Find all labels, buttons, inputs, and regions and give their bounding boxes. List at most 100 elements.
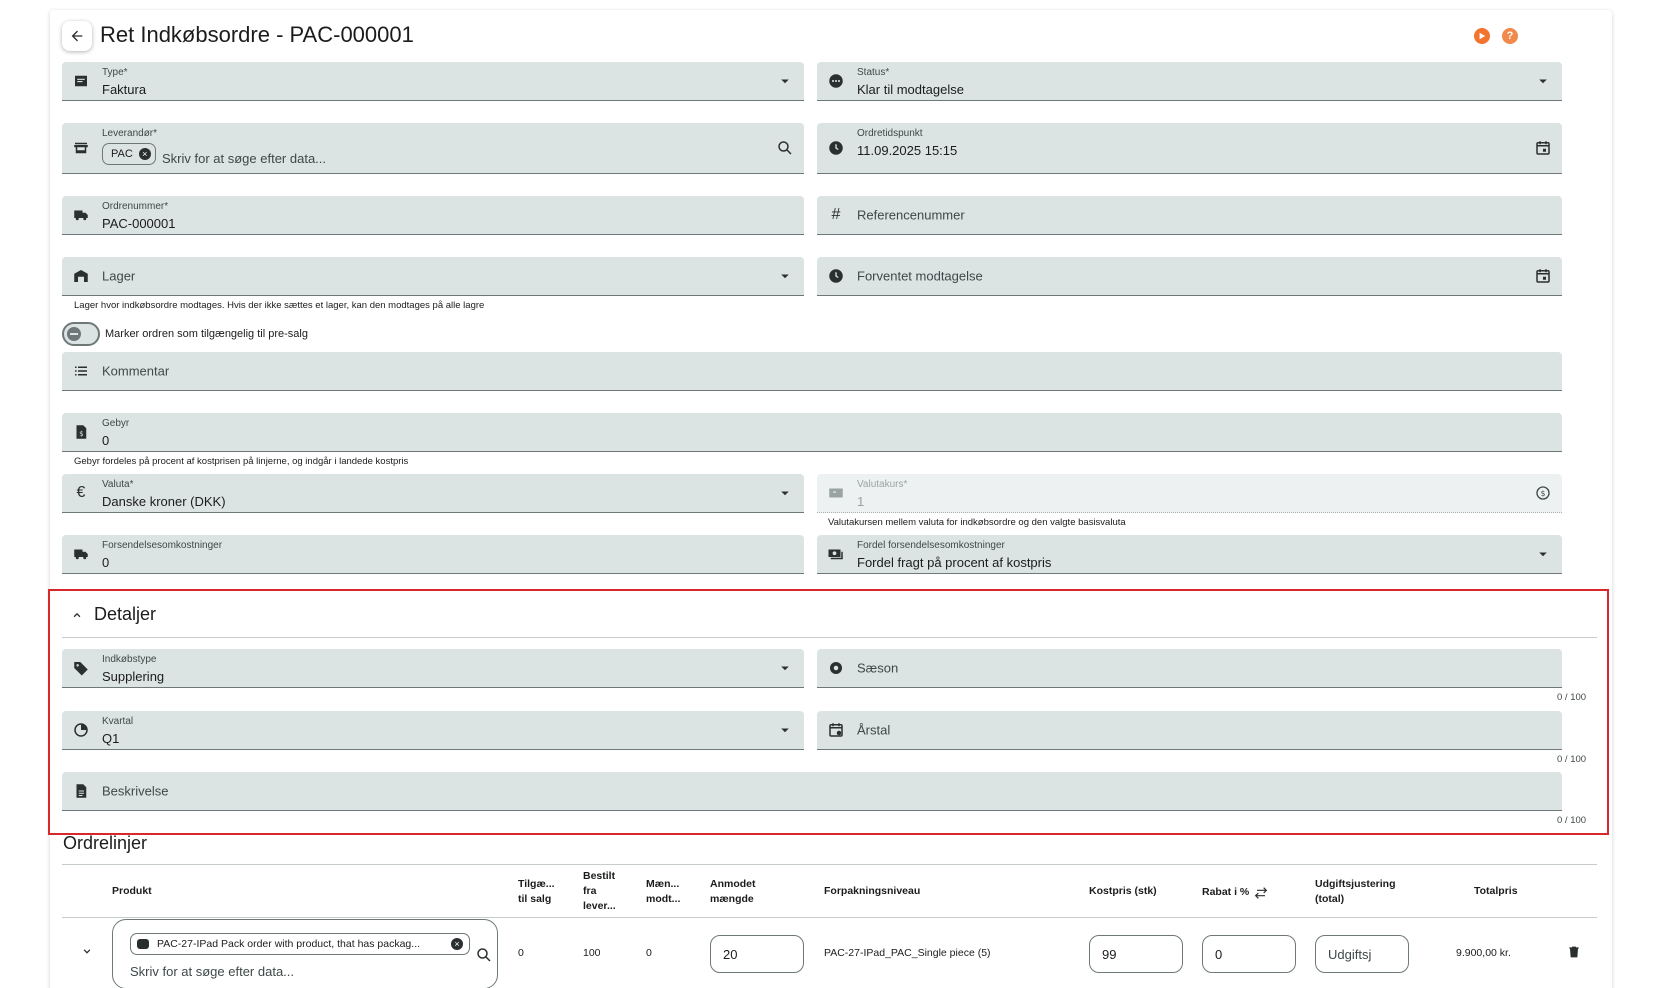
dropdown-arrow-icon — [1534, 545, 1552, 563]
store-icon — [72, 139, 90, 157]
shipping-split-select[interactable]: Fordel forsendelsesomkostninger Fordel f… — [817, 535, 1562, 574]
warehouse-icon — [72, 267, 90, 285]
season-counter: 0 / 100 — [1557, 692, 1587, 703]
swap-horiz-icon[interactable] — [1253, 886, 1269, 900]
order-lines-title: Ordrelinjer — [63, 833, 148, 853]
product-chip[interactable]: PAC-27-IPad Pack order with product, tha… — [130, 933, 470, 955]
truck-icon — [72, 545, 90, 563]
season-field[interactable]: Sæson — [817, 649, 1562, 688]
payments-icon — [827, 545, 845, 563]
details-toggle[interactable]: Detaljer — [70, 604, 156, 625]
supplier-field[interactable]: Leverandør* PAC × Skriv for at søge efte… — [62, 123, 804, 174]
money-icon — [827, 484, 845, 502]
invoice-icon: $ — [72, 423, 90, 441]
calendar-icon[interactable] — [1534, 267, 1552, 285]
year-field[interactable]: Årstal — [817, 711, 1562, 750]
expense-input[interactable]: Udgiftsj — [1315, 935, 1409, 973]
type-select[interactable]: Type* Faktura — [62, 62, 804, 101]
tag-icon — [72, 659, 90, 677]
dropdown-arrow-icon — [776, 659, 794, 677]
back-button[interactable] — [62, 21, 92, 51]
requested-qty-input[interactable]: 20 — [710, 935, 804, 973]
col-discount[interactable]: Rabat i % — [1202, 885, 1269, 900]
euro-icon: € — [76, 484, 86, 501]
reference-number-field[interactable]: # Referencenummer — [817, 196, 1562, 235]
col-product[interactable]: Produkt — [112, 884, 152, 899]
discount-input[interactable]: 0 — [1202, 935, 1296, 973]
svg-text:$: $ — [79, 430, 83, 438]
cell-received: 0 — [646, 947, 652, 959]
col-packaging[interactable]: Forpakningsniveau — [824, 884, 920, 899]
presale-toggle[interactable] — [62, 322, 100, 346]
currency-select[interactable]: € Valuta* Danske kroner (DKK) — [62, 474, 804, 513]
sun-icon — [827, 659, 845, 677]
chip-remove-icon[interactable]: × — [138, 148, 151, 160]
dropdown-arrow-icon — [776, 721, 794, 739]
cell-packaging: PAC-27-IPad_PAC_Single piece (5) — [824, 947, 991, 959]
play-icon[interactable] — [1474, 28, 1490, 44]
clock-icon — [827, 139, 845, 157]
dropdown-arrow-icon — [1534, 72, 1552, 90]
col-cost[interactable]: Kostpris (stk) — [1089, 884, 1157, 899]
col-received[interactable]: Mæn... modt... — [646, 877, 680, 907]
presale-toggle-label: Marker ordren som tilgængelig til pre-sa… — [105, 328, 308, 340]
arrow-left-icon — [71, 30, 83, 42]
order-number-field[interactable]: Ordrenummer* PAC-000001 — [62, 196, 804, 235]
truck-icon — [72, 206, 90, 224]
order-time-field[interactable]: Ordretidspunkt 11.09.2025 15:15 — [817, 123, 1562, 174]
receipt-icon — [72, 72, 90, 90]
event-icon — [827, 721, 845, 739]
hash-icon: # — [831, 206, 841, 223]
list-icon — [72, 362, 90, 380]
help-icon[interactable]: ? — [1502, 28, 1518, 44]
delete-icon[interactable] — [1566, 944, 1582, 963]
purchase-type-select[interactable]: Indkøbstype Supplering — [62, 649, 804, 688]
col-ordered[interactable]: Bestilt fra lever... — [583, 869, 616, 914]
cell-available: 0 — [518, 947, 524, 959]
currency-exchange-icon[interactable]: $ — [1534, 484, 1552, 502]
svg-text:$: $ — [1541, 489, 1546, 498]
product-icon — [137, 939, 149, 949]
exchange-rate-field: Valutakurs* 1 $ — [817, 474, 1562, 513]
cell-ordered: 100 — [583, 947, 601, 959]
col-available[interactable]: Tilgæ... til salg — [518, 877, 555, 907]
pie-chart-icon — [72, 721, 90, 739]
table-header-divider — [62, 917, 1597, 918]
chip-remove-icon[interactable]: × — [451, 938, 463, 950]
col-expense[interactable]: Udgiftsjustering (total) — [1315, 877, 1396, 907]
supplier-search-input[interactable]: Skriv for at søge efter data... — [162, 151, 326, 166]
supplier-chip[interactable]: PAC × — [102, 143, 156, 165]
description-counter: 0 / 100 — [1557, 815, 1587, 826]
warehouse-hint: Lager hvor indkøbsordre modtages. Hvis d… — [74, 300, 485, 311]
calendar-icon[interactable] — [1534, 139, 1552, 157]
search-icon[interactable] — [475, 946, 493, 964]
order-lines-divider — [62, 864, 1597, 865]
toggle-knob — [67, 327, 81, 341]
product-search-input[interactable]: Skriv for at søge efter data... — [130, 964, 294, 979]
expected-receipt-field[interactable]: Forventet modtagelse — [817, 257, 1562, 296]
product-autocomplete[interactable]: PAC-27-IPad Pack order with product, tha… — [112, 919, 498, 988]
dropdown-arrow-icon — [776, 72, 794, 90]
dropdown-arrow-icon — [776, 267, 794, 285]
document-icon — [72, 782, 90, 800]
cell-total: 9.900,00 kr. — [1456, 947, 1511, 959]
fee-field[interactable]: $ Gebyr 0 — [62, 413, 1562, 452]
description-field[interactable]: Beskrivelse — [62, 772, 1562, 811]
chevron-up-icon — [73, 612, 81, 617]
col-requested[interactable]: Anmodet mængde — [710, 877, 756, 907]
details-divider — [62, 637, 1597, 638]
shipping-cost-field[interactable]: Forsendelsesomkostninger 0 — [62, 535, 804, 574]
year-counter: 0 / 100 — [1557, 754, 1587, 765]
status-select[interactable]: Status* Klar til modtagelse — [817, 62, 1562, 101]
details-title: Detaljer — [94, 604, 157, 624]
pending-icon — [827, 72, 845, 90]
comment-field[interactable]: Kommentar — [62, 352, 1562, 391]
page-title: Ret Indkøbsordre - PAC-000001 — [100, 22, 414, 47]
quarter-select[interactable]: Kvartal Q1 — [62, 711, 804, 750]
cost-input[interactable]: 99 — [1089, 935, 1183, 973]
clock-icon — [827, 267, 845, 285]
expand-row-icon[interactable] — [80, 944, 94, 961]
col-total[interactable]: Totalpris — [1474, 884, 1518, 899]
warehouse-select[interactable]: Lager — [62, 257, 804, 296]
search-icon[interactable] — [776, 139, 794, 157]
